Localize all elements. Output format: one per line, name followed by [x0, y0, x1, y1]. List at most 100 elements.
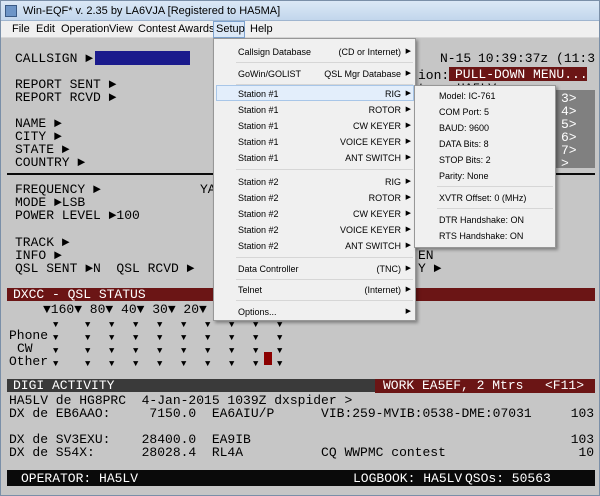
menu-help[interactable]: Help [248, 21, 275, 38]
band-headers: ▼160▼ 80▼ 40▼ 30▼ 20▼ 1 [43, 302, 223, 317]
menu-item-st2-rig[interactable]: Station #2 RIG ▶ [214, 174, 415, 190]
item-label: DTR Handshake: ON [439, 215, 525, 225]
title-bar: Win-EQF* v. 2.35 by LA6VJA [Registered t… [1, 1, 599, 21]
status-marker: ▼ [181, 359, 187, 369]
menu-item-st2-cw-keyer[interactable]: Station #2 CW KEYER ▶ [214, 206, 415, 222]
menu-item-data-controller[interactable]: Data Controller (TNC) ▶ [214, 261, 415, 277]
menu-item-callsign-db[interactable]: Callsign Database (CD or Internet) ▶ [214, 44, 415, 60]
item-label: XVTR Offset: 0 (MHz) [439, 193, 527, 203]
power-field[interactable]: POWER LEVEL ►100 [15, 209, 140, 222]
menu-edit[interactable]: Edit [34, 21, 57, 38]
status-marker: ▼ [181, 333, 187, 343]
submenu-arrow-icon: ▶ [405, 194, 411, 201]
status-marker: ▼ [253, 359, 259, 369]
item-right: ANT SWITCH [345, 153, 401, 163]
menu-item-options[interactable]: Options... ▶ [214, 304, 415, 320]
rig-rts-handshake[interactable]: RTS Handshake: ON [415, 228, 555, 244]
status-marker: ▼ [157, 333, 163, 343]
item-right: (Internet) [364, 285, 401, 295]
submenu-arrow-icon: ▶ [405, 265, 411, 272]
item-label: BAUD: 9600 [439, 123, 490, 133]
item-right: RIG [384, 89, 401, 99]
f11-key[interactable]: <F11> [545, 379, 584, 392]
rx-fragment-2: Y ► [418, 261, 442, 276]
dx-line-2: DX de EB6AAO: 7150.0 EA6AIU/P VIB:259-MV… [9, 406, 595, 421]
status-operator: OPERATOR: HA5LV [21, 471, 139, 486]
item-label: Model: IC-761 [439, 91, 496, 101]
worked-mark [264, 352, 272, 365]
item-label: STOP Bits: 2 [439, 155, 491, 165]
status-marker: ▼ [205, 346, 211, 356]
item-right: RIG [384, 177, 401, 187]
item-label: Station #2 [238, 209, 279, 219]
work-status: WORK EA5EF, 2 Mtrs [383, 378, 524, 393]
status-marker: ▼ [133, 346, 139, 356]
status-marker: ▼ [85, 320, 91, 330]
menu-item-st1-ant-switch[interactable]: Station #1 ANT SWITCH ▶ [214, 150, 415, 166]
status-marker: ▼ [277, 346, 283, 356]
menu-contest[interactable]: Contest [136, 21, 178, 38]
item-right: QSL Mgr Database [324, 69, 401, 79]
rig-stop-bits[interactable]: STOP Bits: 2 [415, 152, 555, 168]
status-marker: ▼ [181, 346, 187, 356]
item-right: CW KEYER [352, 121, 401, 131]
menu-separator [236, 257, 413, 258]
menu-awards[interactable]: Awards [176, 21, 216, 38]
rig-xvtr-offset[interactable]: XVTR Offset: 0 (MHz) [415, 190, 555, 206]
menu-item-st1-voice-keyer[interactable]: Station #1 VOICE KEYER ▶ [214, 134, 415, 150]
fkey-8[interactable]: > [561, 157, 569, 170]
rig-parity[interactable]: Parity: None [415, 168, 555, 184]
item-label: RTS Handshake: ON [439, 231, 524, 241]
submenu-arrow-icon: ▶ [405, 210, 411, 217]
menu-item-st2-rotor[interactable]: Station #2 ROTOR ▶ [214, 190, 415, 206]
status-marker: ▼ [277, 359, 283, 369]
menu-item-telnet[interactable]: Telnet (Internet) ▶ [214, 282, 415, 298]
item-label: Options... [238, 307, 277, 317]
callsign-input[interactable] [95, 51, 190, 65]
menu-view[interactable]: View [107, 21, 135, 38]
submenu-arrow-icon: ▶ [405, 308, 411, 315]
pulldown-banner: PULL-DOWN MENU... [449, 67, 588, 82]
item-right: CW KEYER [352, 209, 401, 219]
menu-separator [236, 279, 413, 280]
menu-setup[interactable]: Setup [213, 21, 245, 38]
item-right: ROTOR [368, 193, 401, 203]
menu-file[interactable]: File [10, 21, 32, 38]
item-right: VOICE KEYER [339, 225, 401, 235]
item-label: Station #1 [238, 105, 279, 115]
menu-operation[interactable]: Operation [59, 21, 111, 38]
pulldown-text: PULL-DOWN MENU... [455, 67, 588, 82]
menu-item-st2-ant-switch[interactable]: Station #2 ANT SWITCH ▶ [214, 238, 415, 254]
menu-item-st2-voice-keyer[interactable]: Station #2 VOICE KEYER ▶ [214, 222, 415, 238]
rig-model[interactable]: Model: IC-761 [415, 88, 555, 104]
submenu-arrow-icon: ▶ [405, 48, 411, 55]
rig-dtr-handshake[interactable]: DTR Handshake: ON [415, 212, 555, 228]
item-right: ANT SWITCH [345, 241, 401, 251]
status-logbook: LOGBOOK: HA5LV [353, 471, 463, 486]
dx-line-4: DX de S54X: 28028.4 RL4A CQ WWPMC contes… [9, 445, 595, 460]
window-title: Win-EQF* v. 2.35 by LA6VJA [Registered t… [23, 5, 281, 17]
status-marker: ▼ [157, 346, 163, 356]
submenu-arrow-icon: ▶ [405, 138, 411, 145]
menu-item-st1-rig[interactable]: Station #1 RIG ▶ [214, 86, 415, 102]
item-right: VOICE KEYER [339, 137, 401, 147]
status-marker: ▼ [157, 320, 163, 330]
function-keys-panel: 3> 4> 5> 6> 7> > [555, 90, 595, 170]
item-label: Telnet [238, 285, 263, 295]
status-marker: ▼ [109, 359, 115, 369]
item-label: Station #1 [238, 89, 279, 99]
rig-com-port[interactable]: COM Port: 5 [415, 104, 555, 120]
status-marker: ▼ [253, 346, 259, 356]
item-label: Station #1 [238, 153, 279, 163]
qsl-fields[interactable]: QSL SENT ►N QSL RCVD ► [15, 262, 194, 275]
rig-baud[interactable]: BAUD: 9600 [415, 120, 555, 136]
menu-item-st1-rotor[interactable]: Station #1 ROTOR ▶ [214, 102, 415, 118]
menu-separator [437, 186, 553, 187]
menu-item-st1-cw-keyer[interactable]: Station #1 CW KEYER ▶ [214, 118, 415, 134]
status-marker: ▼ [109, 346, 115, 356]
time-prefix: N-15 [440, 51, 472, 66]
rig-data-bits[interactable]: DATA Bits: 8 [415, 136, 555, 152]
menu-item-gowin[interactable]: GoWin/GOLIST QSL Mgr Database ▶ [214, 66, 415, 82]
status-marker: ▼ [229, 333, 235, 343]
status-marker: ▼ [53, 333, 59, 343]
